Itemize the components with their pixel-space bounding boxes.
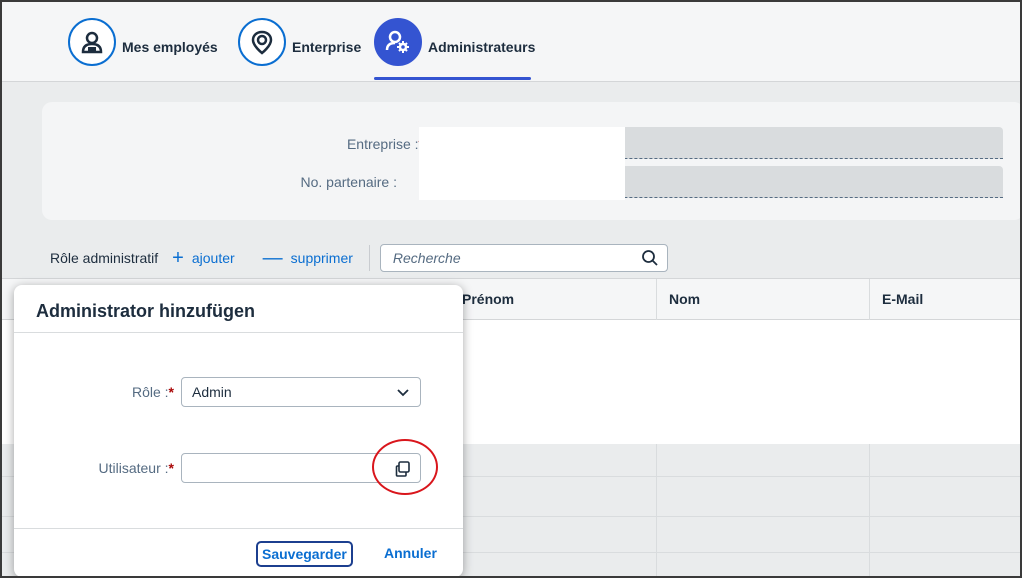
- filter-panel: Entreprise :* No. partenaire :: [42, 102, 1020, 220]
- add-button[interactable]: + ajouter: [172, 248, 235, 268]
- partner-label: No. partenaire :: [300, 174, 398, 190]
- redacted-area: [419, 127, 625, 169]
- column-header-firstname[interactable]: Prénom: [462, 291, 514, 307]
- table-toolbar: Rôle administratif + ajouter — supprimer…: [38, 240, 1020, 276]
- tab-enterprise[interactable]: Enterprise: [238, 2, 361, 82]
- column-header-email[interactable]: E-Mail: [882, 291, 923, 307]
- tab-mes-employes[interactable]: Mes employés: [68, 2, 218, 82]
- company-label: Entreprise :: [346, 136, 419, 152]
- column-header-lastname[interactable]: Nom: [669, 291, 700, 307]
- role-label-wrap: Rôle :*: [14, 384, 174, 400]
- delete-label: supprimer: [290, 250, 353, 266]
- company-field[interactable]: [419, 127, 1003, 169]
- dialog-title: Administrator hinzufügen: [36, 301, 255, 321]
- active-tab-indicator: [374, 77, 532, 80]
- redacted-area: [419, 166, 625, 200]
- user-label-wrap: Utilisateur :*: [14, 460, 174, 476]
- required-mark: *: [168, 460, 174, 476]
- search-input[interactable]: Recherche: [379, 244, 668, 272]
- required-mark: *: [168, 384, 174, 400]
- highlight-circle: [372, 439, 438, 495]
- user-label: Utilisateur :: [98, 460, 169, 476]
- role-select[interactable]: Admin: [181, 377, 421, 407]
- location-pin-icon: [238, 18, 286, 66]
- toolbar-separator: [368, 245, 370, 271]
- tab-administrateurs[interactable]: Administrateurs: [374, 2, 535, 82]
- tab-label: Mes employés: [122, 39, 218, 55]
- save-button[interactable]: Sauvegarder: [256, 541, 353, 567]
- partner-field[interactable]: [419, 166, 1003, 200]
- user-settings-icon: [374, 18, 422, 66]
- top-navigation: Mes employés Enterprise Administrateurs: [2, 2, 1020, 82]
- add-label: ajouter: [191, 250, 235, 266]
- app-frame: Mes employés Enterprise Administrateurs …: [0, 0, 1022, 578]
- tab-label: Administrateurs: [428, 39, 536, 55]
- person-badge-icon: [68, 18, 116, 66]
- role-value: Admin: [192, 384, 232, 400]
- minus-icon: —: [262, 247, 283, 269]
- dialog-footer-divider: [14, 528, 463, 529]
- company-row: Entreprise :*: [42, 128, 432, 160]
- role-label: Rôle :: [131, 384, 169, 400]
- add-administrator-dialog: Administrator hinzufügen Rôle :* Admin U…: [14, 285, 463, 576]
- tab-label: Enterprise: [292, 39, 362, 55]
- search-icon[interactable]: [641, 249, 659, 270]
- cancel-button[interactable]: Annuler: [384, 545, 437, 561]
- toolbar-title: Rôle administratif: [50, 250, 159, 266]
- search-placeholder: Recherche: [392, 250, 461, 266]
- partner-row: No. partenaire :: [42, 166, 405, 198]
- chevron-down-icon[interactable]: [396, 386, 410, 403]
- delete-button[interactable]: — supprimer: [263, 248, 353, 268]
- dialog-divider: [14, 332, 463, 333]
- plus-icon: +: [172, 247, 184, 269]
